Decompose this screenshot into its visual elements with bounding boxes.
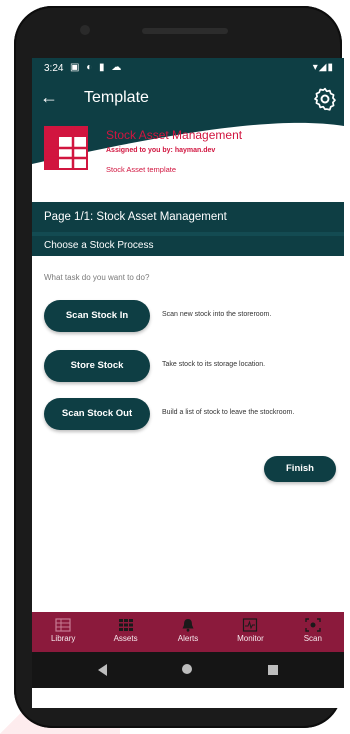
template-title: Stock Asset Management xyxy=(106,128,243,142)
nav-assets-label: Assets xyxy=(113,634,138,643)
section-title: Choose a Stock Process xyxy=(32,232,344,256)
camera-icon xyxy=(80,25,90,35)
finish-button[interactable]: Finish xyxy=(264,456,336,482)
nav-library[interactable]: Library xyxy=(32,612,94,652)
bottom-nav: Library Assets Alerts Monitor Scan xyxy=(32,612,344,652)
gear-icon[interactable] xyxy=(312,86,338,112)
nav-scan-label: Scan xyxy=(303,634,322,643)
option-scan-stock-out: Scan Stock Out Build a list of stock to … xyxy=(44,398,344,434)
store-stock-button[interactable]: Store Stock xyxy=(44,350,150,382)
nav-alerts[interactable]: Alerts xyxy=(157,612,219,652)
app-bar: ← Template xyxy=(32,80,344,120)
phone-screen: 3:24 ▣ ◐ ▮ ☁ ▾◢▮ ← Template Stock Asset … xyxy=(32,58,344,708)
template-header: Stock Asset Management Assigned to you b… xyxy=(32,120,344,194)
nav-monitor[interactable]: Monitor xyxy=(219,612,281,652)
nav-assets[interactable]: Assets xyxy=(94,612,156,652)
app-title: Template xyxy=(84,89,149,106)
table-icon xyxy=(44,126,88,170)
nav-alerts-label: Alerts xyxy=(177,634,199,643)
nav-scan[interactable]: Scan xyxy=(282,612,344,652)
monitor-icon xyxy=(243,618,258,632)
bell-icon xyxy=(182,619,194,632)
nav-monitor-label: Monitor xyxy=(237,634,264,643)
store-stock-description: Take stock to its storage location. xyxy=(162,361,266,368)
page-title: Page 1/1: Stock Asset Management xyxy=(32,202,344,232)
scan-stock-in-description: Scan new stock into the storeroom. xyxy=(162,311,272,318)
system-nav-bar xyxy=(32,652,344,688)
notification-icons: ▣ ◐ ▮ ☁ xyxy=(70,62,124,73)
system-recents-icon[interactable] xyxy=(268,665,278,675)
system-back-icon[interactable] xyxy=(98,664,107,676)
scan-stock-out-description: Build a list of stock to leave the stock… xyxy=(162,409,295,416)
template-name: Stock Asset template xyxy=(106,165,177,174)
assets-icon xyxy=(118,619,133,631)
status-bar: 3:24 ▣ ◐ ▮ ☁ ▾◢▮ xyxy=(32,58,344,80)
scan-stock-out-button[interactable]: Scan Stock Out xyxy=(44,398,150,430)
question-text: What task do you want to do? xyxy=(44,273,150,282)
assigned-text: Assigned to you by: hayman.dev xyxy=(106,147,216,154)
back-arrow-icon[interactable]: ← xyxy=(40,87,58,108)
status-time: 3:24 xyxy=(44,63,64,74)
scan-icon xyxy=(305,618,321,632)
option-scan-stock-in: Scan Stock In Scan new stock into the st… xyxy=(44,300,344,336)
speaker-grille xyxy=(142,28,228,34)
nav-library-label: Library xyxy=(50,634,76,643)
library-icon xyxy=(55,618,71,632)
system-home-icon[interactable] xyxy=(182,664,192,674)
option-store-stock: Store Stock Take stock to its storage lo… xyxy=(44,350,344,386)
signal-battery-icons: ▾◢▮ xyxy=(312,62,334,73)
scan-stock-in-button[interactable]: Scan Stock In xyxy=(44,300,150,332)
